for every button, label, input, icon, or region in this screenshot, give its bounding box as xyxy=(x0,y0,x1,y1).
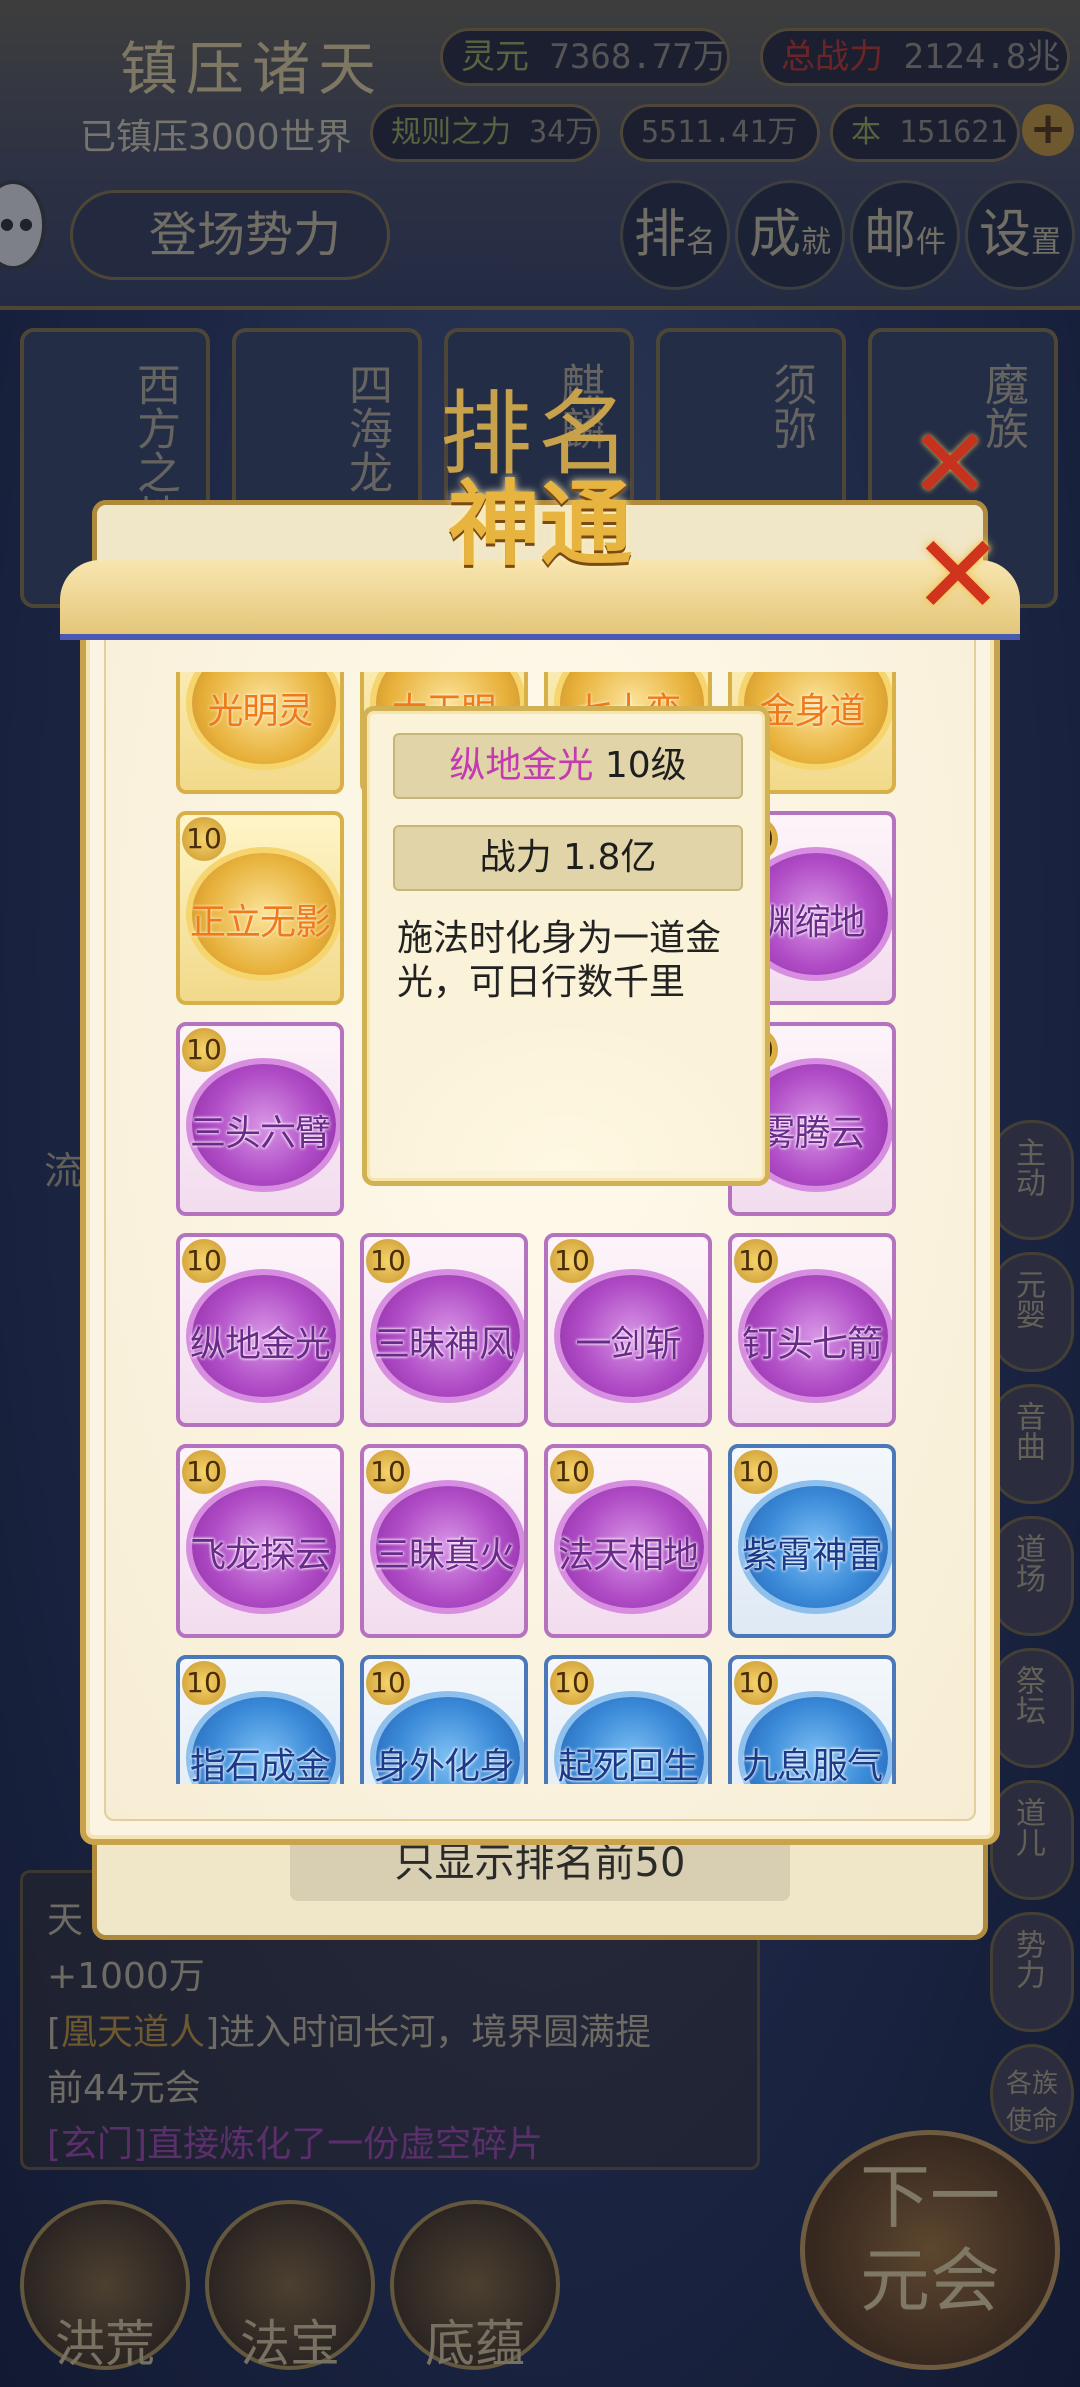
skill-name: 三昧真火 xyxy=(373,1535,515,1576)
skill-card[interactable]: 10 法天相地 xyxy=(544,1444,712,1638)
skill-level-badge: 10 xyxy=(182,1661,226,1705)
tooltip-decor xyxy=(377,1021,755,1171)
skill-name: 光明灵 xyxy=(207,691,313,732)
skill-card[interactable]: 10 三昧真火 xyxy=(360,1444,528,1638)
skill-card[interactable]: 10 身外化身 xyxy=(360,1655,528,1784)
skill-level-badge: 10 xyxy=(550,1239,594,1283)
tooltip-power-row: 战力 1.8亿 xyxy=(393,825,743,891)
skill-card[interactable]: 10 三头六臂 xyxy=(176,1022,344,1216)
skill-name: 飞龙探云 xyxy=(189,1535,331,1576)
modal-title: 神通 xyxy=(447,470,632,578)
skill-level-badge: 10 xyxy=(182,1450,226,1494)
skill-name: 钉头七箭 xyxy=(741,1324,883,1365)
tooltip-power-label: 战力 xyxy=(479,837,552,878)
skill-card[interactable]: 10 紫霄神雷 xyxy=(728,1444,896,1638)
skill-name: 纵地金光 xyxy=(189,1324,331,1365)
skill-level-badge: 10 xyxy=(366,1661,410,1705)
skill-level-badge: 10 xyxy=(734,1661,778,1705)
skill-card[interactable]: 10光明灵 xyxy=(176,672,344,794)
skill-name: 法天相地 xyxy=(557,1535,699,1576)
skill-level-badge: 10 xyxy=(182,1239,226,1283)
tooltip-description: 施法时化身为一道金光，可日行数千里 xyxy=(397,918,722,1003)
skill-card[interactable]: 10 起死回生 xyxy=(544,1655,712,1784)
skill-card[interactable]: 10 一剑斩 xyxy=(544,1233,712,1427)
skill-level-badge: 10 xyxy=(550,1661,594,1705)
skill-name: 正立无影 xyxy=(189,902,331,943)
skill-level-badge: 10 xyxy=(366,1450,410,1494)
skill-card[interactable]: 10 飞龙探云 xyxy=(176,1444,344,1638)
skill-level-badge: 10 xyxy=(366,1239,410,1283)
skill-name: 身外化身 xyxy=(373,1746,515,1784)
skill-name: 三昧神风 xyxy=(373,1324,515,1365)
skill-name: 紫霄神雷 xyxy=(741,1535,883,1576)
tooltip-name-row: 纵地金光 10级 xyxy=(393,733,743,799)
skill-level-badge: 10 xyxy=(550,1450,594,1494)
skill-card[interactable]: 10 九息服气 xyxy=(728,1655,896,1784)
skill-card[interactable]: 10 正立无影 xyxy=(176,811,344,1005)
skill-level-badge: 10 xyxy=(734,1239,778,1283)
tooltip-skill-level: 10级 xyxy=(604,745,687,786)
skill-card[interactable]: 10 指石成金 xyxy=(176,1655,344,1784)
skill-card[interactable]: 10 纵地金光 xyxy=(176,1233,344,1427)
skill-name: 一剑斩 xyxy=(575,1324,681,1365)
skill-name: 指石成金 xyxy=(189,1746,331,1784)
ranking-close-icon[interactable]: ✕ xyxy=(905,416,995,514)
skill-tooltip: 纵地金光 10级 战力 1.8亿 施法时化身为一道金光，可日行数千里 xyxy=(362,706,770,1186)
skill-card[interactable]: 10 三昧神风 xyxy=(360,1233,528,1427)
skill-level-badge: 10 xyxy=(182,1028,226,1072)
skill-name: 三头六臂 xyxy=(189,1113,331,1154)
skill-level-badge: 10 xyxy=(182,817,226,861)
tooltip-skill-name: 纵地金光 xyxy=(449,745,594,786)
skill-name: 九息服气 xyxy=(741,1746,883,1784)
skill-card[interactable]: 10 钉头七箭 xyxy=(728,1233,896,1427)
skill-level-badge: 10 xyxy=(734,1450,778,1494)
tooltip-power-value: 1.8亿 xyxy=(563,837,657,878)
close-x-icon[interactable]: ✕ xyxy=(910,520,1006,630)
skill-name: 起死回生 xyxy=(557,1746,699,1784)
